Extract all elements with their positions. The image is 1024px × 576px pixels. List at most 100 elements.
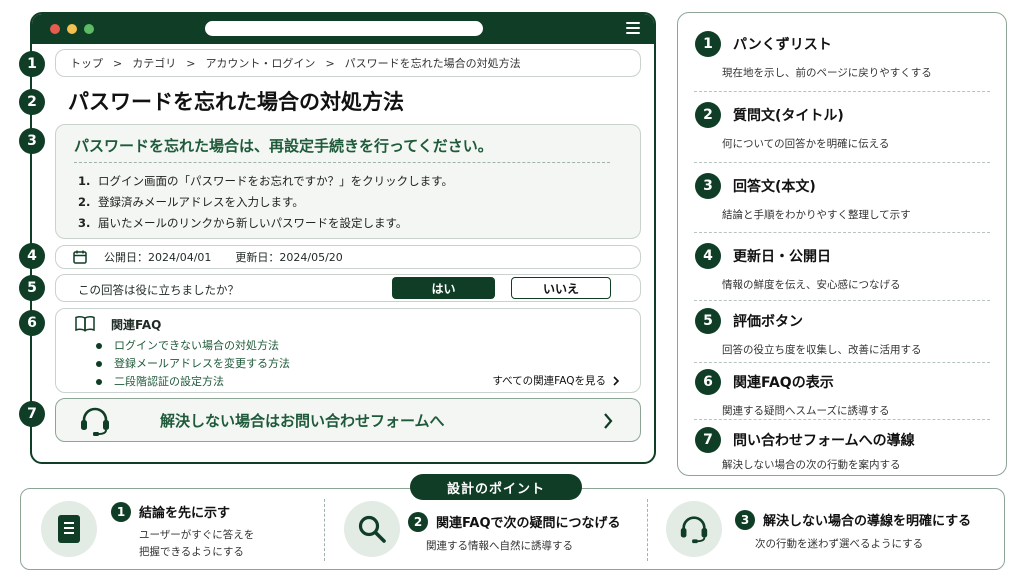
breadcrumb-item-top[interactable]: トップ: [70, 55, 103, 71]
point-divider: [324, 499, 325, 561]
marker-2: 2: [19, 89, 45, 115]
related-faq-heading: 関連FAQ: [111, 318, 162, 332]
answer-box: パスワードを忘れた場合は、再設定手続きを行ってください。 1. ログイン画面の「パ…: [55, 124, 641, 239]
legend-title: 関連FAQの表示: [733, 375, 834, 391]
contact-form-link[interactable]: 解決しない場合はお問い合わせフォームへ: [55, 398, 641, 442]
legend-divider: [694, 232, 990, 233]
point-title: 関連FAQで次の疑問につなげる: [436, 516, 621, 531]
point-desc: 関連する情報へ自然に誘導する: [426, 540, 573, 552]
legend-desc: 何についての回答かを明確に伝える: [722, 138, 890, 150]
published-date: 公開日：2024/04/01: [104, 251, 212, 264]
point-icon-circle: [344, 501, 400, 557]
dates-bar: 公開日：2024/04/01 更新日：2024/05/20: [55, 245, 641, 269]
point-desc: 次の行動を迷わず選べるようにする: [755, 538, 924, 550]
legend-title: 回答文(本文): [733, 179, 816, 195]
legend-desc: 関連する疑問へスムーズに誘導する: [722, 405, 890, 417]
browser-topbar: [32, 14, 654, 44]
url-bar: [205, 21, 483, 36]
legend-title: 問い合わせフォームへの導線: [733, 433, 915, 449]
breadcrumb-item-category[interactable]: カテゴリ: [132, 55, 176, 71]
answer-step: 3. 届いたメールのリンクから新しいパスワードを設定します。: [78, 215, 407, 231]
point-number: 1: [111, 502, 131, 522]
page-title: パスワードを忘れた場合の対処方法: [68, 90, 404, 114]
calendar-icon: [73, 250, 87, 264]
legend-desc: 現在地を示し、前のページに戻りやすくする: [722, 67, 932, 79]
legend-divider: [694, 362, 990, 363]
rating-bar: この回答は役に立ちましたか？ はい いいえ: [55, 274, 641, 302]
document-icon: [58, 515, 80, 543]
step-text: 届いたメールのリンクから新しいパスワードを設定します。: [98, 216, 408, 230]
breadcrumb-sep: >: [186, 56, 196, 70]
legend-desc: 情報の鮮度を伝え、安心感につなげる: [722, 279, 901, 291]
chevron-right-icon: [613, 375, 620, 386]
chevron-right-icon: [604, 413, 613, 429]
legend-number: 6: [695, 369, 721, 395]
legend-title: 質問文(タイトル): [733, 108, 844, 124]
marker-6: 6: [19, 310, 45, 336]
point-title: 結論を先に示す: [139, 506, 231, 521]
point-icon-circle: [41, 501, 97, 557]
related-faq-link[interactable]: ログインできない場合の対処方法: [96, 337, 279, 353]
step-text: ログイン画面の「パスワードをお忘れですか？」をクリックします。: [98, 174, 454, 188]
legend-desc: 結論と手順をわかりやすく整理して示す: [722, 209, 911, 221]
legend-divider: [694, 162, 990, 163]
breadcrumb-item-current: パスワードを忘れた場合の対処方法: [344, 57, 521, 70]
point-number: 2: [408, 512, 428, 532]
legend-number: 7: [695, 427, 721, 453]
see-all-faq-link[interactable]: すべての関連FAQを見る: [492, 373, 620, 388]
breadcrumb-sep: >: [113, 56, 123, 70]
point-desc: 把握できるようにする: [139, 546, 244, 558]
point-desc: ユーザーがすぐに答えを: [139, 529, 255, 541]
design-points-panel: 1 結論を先に示す ユーザーがすぐに答えを 把握できるようにする 2 関連FAQ…: [20, 488, 1005, 570]
legend-number: 1: [695, 31, 721, 57]
step-text: 登録済みメールアドレスを入力します。: [98, 195, 304, 209]
no-button[interactable]: いいえ: [511, 277, 611, 299]
legend-title: パンくずリスト: [733, 37, 832, 53]
marker-3: 3: [19, 128, 45, 154]
step-number: 1.: [78, 174, 91, 188]
legend-title: 更新日・公開日: [733, 249, 831, 265]
marker-7: 7: [19, 401, 45, 427]
contact-form-label: 解決しない場合はお問い合わせフォームへ: [160, 412, 445, 430]
yes-button[interactable]: はい: [392, 277, 495, 299]
answer-step: 2. 登録済みメールアドレスを入力します。: [78, 194, 304, 210]
legend-number: 3: [695, 173, 721, 199]
close-dot: [50, 24, 60, 34]
legend-divider: [694, 419, 990, 420]
point-divider: [647, 499, 648, 561]
legend-panel: 1 パンくずリスト 現在地を示し、前のページに戻りやすくする 2 質問文(タイト…: [677, 12, 1007, 476]
breadcrumb: トップ > カテゴリ > アカウント・ログイン > パスワードを忘れた場合の対処…: [55, 49, 641, 77]
answer-step: 1. ログイン画面の「パスワードをお忘れですか？」をクリックします。: [78, 173, 453, 189]
point-number: 3: [735, 510, 755, 530]
related-faq-link[interactable]: 登録メールアドレスを変更する方法: [96, 355, 290, 371]
related-faq-box: 関連FAQ ログインできない場合の対処方法 登録メールアドレスを変更する方法 二…: [55, 308, 641, 393]
legend-title: 評価ボタン: [733, 314, 803, 330]
legend-desc: 解決しない場合の次の行動を案内する: [722, 459, 901, 471]
search-icon: [358, 515, 386, 543]
step-number: 3.: [78, 216, 91, 230]
point-icon-circle: [666, 501, 722, 557]
breadcrumb-sep: >: [325, 56, 335, 70]
legend-number: 4: [695, 243, 721, 269]
legend-number: 2: [695, 102, 721, 128]
headset-icon: [680, 516, 708, 544]
headset-icon: [81, 407, 109, 436]
point-title: 解決しない場合の導線を明確にする: [763, 514, 972, 529]
marker-4: 4: [19, 243, 45, 269]
related-faq-link[interactable]: 二段階認証の設定方法: [96, 373, 224, 389]
updated-date: 更新日：2024/05/20: [235, 251, 343, 264]
book-icon: [75, 316, 95, 332]
minimize-dot: [67, 24, 77, 34]
answer-lead: パスワードを忘れた場合は、再設定手続きを行ってください。: [74, 137, 493, 155]
legend-divider: [694, 300, 990, 301]
legend-number: 5: [695, 308, 721, 334]
step-number: 2.: [78, 195, 91, 209]
marker-1: 1: [19, 51, 45, 77]
answer-divider: [74, 162, 610, 163]
legend-divider: [694, 91, 990, 92]
breadcrumb-item-account[interactable]: アカウント・ログイン: [205, 55, 315, 71]
marker-5: 5: [19, 275, 45, 301]
maximize-dot: [84, 24, 94, 34]
design-points-heading: 設計のポイント: [410, 474, 582, 500]
legend-desc: 回答の役立ち度を収集し、改善に活用する: [722, 344, 922, 356]
